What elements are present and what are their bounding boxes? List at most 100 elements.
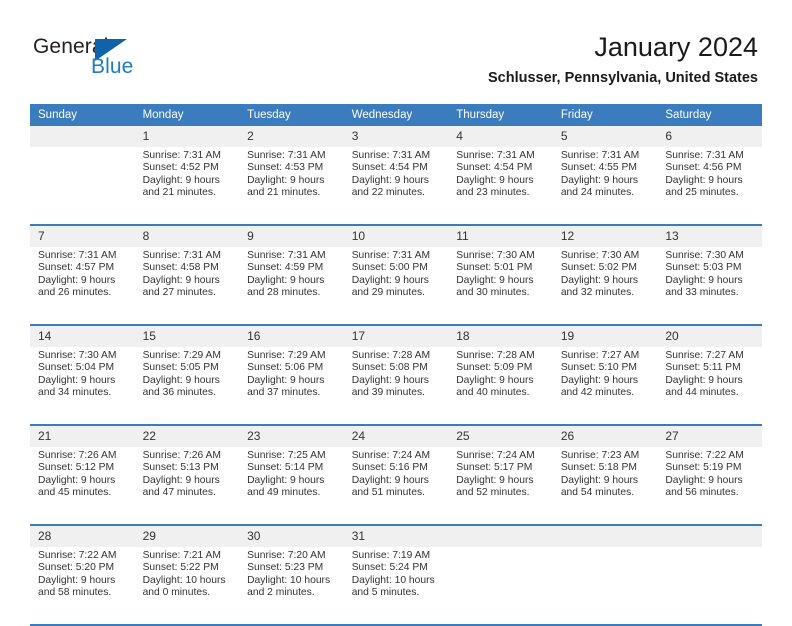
day-cell[interactable]: Sunrise: 7:20 AM Sunset: 5:23 PM Dayligh…	[239, 547, 344, 624]
day-number[interactable]: 25	[448, 426, 553, 447]
day-number[interactable]: 8	[134, 226, 240, 247]
day-number[interactable]: 12	[552, 226, 658, 247]
day-cell[interactable]: Sunrise: 7:31 AM Sunset: 4:58 PM Dayligh…	[134, 247, 240, 324]
sunrise-text: Sunrise: 7:31 AM	[351, 250, 431, 261]
day-cell[interactable]: Sunrise: 7:26 AM Sunset: 5:13 PM Dayligh…	[134, 447, 240, 524]
day-cell[interactable]: Sunrise: 7:31 AM Sunset: 4:54 PM Dayligh…	[448, 147, 553, 224]
day-number[interactable]: 18	[448, 326, 553, 347]
day-number[interactable]: 6	[657, 126, 762, 147]
day-number[interactable]: 16	[239, 326, 344, 347]
daylight-text-line1: Daylight: 9 hours	[456, 274, 534, 286]
day-cell[interactable]: Sunrise: 7:31 AM Sunset: 4:53 PM Dayligh…	[239, 147, 344, 224]
daylight-text-line1: Daylight: 9 hours	[560, 174, 639, 186]
sunset-text: Sunset: 5:13 PM	[142, 462, 219, 474]
day-info-row: Sunrise: 7:26 AM Sunset: 5:12 PM Dayligh…	[30, 447, 762, 524]
day-number[interactable]: 30	[239, 526, 344, 547]
day-cell[interactable]	[657, 547, 762, 624]
day-cell[interactable]: Sunrise: 7:27 AM Sunset: 5:10 PM Dayligh…	[552, 347, 658, 424]
day-number[interactable]: 14	[30, 326, 135, 347]
day-number[interactable]: 1	[134, 126, 240, 147]
day-number[interactable]: 19	[552, 326, 658, 347]
daylight-text-line1: Daylight: 9 hours	[247, 474, 325, 486]
day-number[interactable]: 26	[552, 426, 658, 447]
day-cell[interactable]: Sunrise: 7:30 AM Sunset: 5:02 PM Dayligh…	[552, 247, 658, 324]
day-cell[interactable]: Sunrise: 7:29 AM Sunset: 5:05 PM Dayligh…	[134, 347, 240, 424]
day-number[interactable]	[552, 526, 658, 547]
day-number[interactable]	[657, 526, 762, 547]
day-cell[interactable]: Sunrise: 7:28 AM Sunset: 5:08 PM Dayligh…	[343, 347, 449, 424]
day-cell[interactable]: Sunrise: 7:27 AM Sunset: 5:11 PM Dayligh…	[657, 347, 762, 424]
sunrise-text: Sunrise: 7:28 AM	[351, 350, 431, 361]
sunrise-text: Sunrise: 7:31 AM	[665, 150, 744, 161]
day-cell[interactable]: Sunrise: 7:22 AM Sunset: 5:20 PM Dayligh…	[30, 547, 135, 624]
daylight-text-line2: and 44 minutes.	[665, 387, 739, 399]
day-number-row: 1 2 3 4 5 6	[30, 126, 762, 147]
day-cell[interactable]: Sunrise: 7:19 AM Sunset: 5:24 PM Dayligh…	[343, 547, 449, 624]
day-cell[interactable]: Sunrise: 7:30 AM Sunset: 5:01 PM Dayligh…	[448, 247, 553, 324]
day-cell[interactable]: Sunrise: 7:30 AM Sunset: 5:03 PM Dayligh…	[657, 247, 762, 324]
day-number[interactable]: 22	[134, 426, 240, 447]
sunset-text: Sunset: 5:23 PM	[247, 562, 324, 574]
daylight-text-line2: and 56 minutes.	[665, 487, 739, 499]
day-number[interactable]: 10	[343, 226, 449, 247]
day-number[interactable]: 27	[657, 426, 762, 447]
day-cell[interactable]: Sunrise: 7:31 AM Sunset: 4:57 PM Dayligh…	[30, 247, 135, 324]
daylight-text-line2: and 27 minutes.	[142, 287, 216, 299]
day-number[interactable]	[30, 126, 135, 147]
day-number[interactable]: 21	[30, 426, 135, 447]
day-number[interactable]: 23	[239, 426, 344, 447]
day-cell[interactable]: Sunrise: 7:31 AM Sunset: 4:54 PM Dayligh…	[343, 147, 449, 224]
day-number[interactable]: 9	[239, 226, 344, 247]
day-cell[interactable]	[552, 547, 658, 624]
daylight-text-line1: Daylight: 9 hours	[456, 374, 534, 386]
day-cell[interactable]: Sunrise: 7:31 AM Sunset: 4:56 PM Dayligh…	[657, 147, 762, 224]
day-cell[interactable]: Sunrise: 7:28 AM Sunset: 5:09 PM Dayligh…	[448, 347, 553, 424]
day-cell[interactable]: Sunrise: 7:24 AM Sunset: 5:16 PM Dayligh…	[343, 447, 449, 524]
day-number[interactable]: 13	[657, 226, 762, 247]
day-number[interactable]: 28	[30, 526, 135, 547]
page-header: General Blue January 2024 Schlusser, Pen…	[0, 0, 792, 100]
day-number[interactable]: 31	[343, 526, 449, 547]
day-number[interactable]: 2	[239, 126, 344, 147]
daylight-text-line2: and 21 minutes.	[247, 187, 321, 199]
day-cell[interactable]: Sunrise: 7:25 AM Sunset: 5:14 PM Dayligh…	[239, 447, 344, 524]
day-cell[interactable]: Sunrise: 7:31 AM Sunset: 4:59 PM Dayligh…	[239, 247, 344, 324]
day-number[interactable]: 29	[134, 526, 240, 547]
day-number[interactable]: 7	[30, 226, 135, 247]
daylight-text-line2: and 54 minutes.	[560, 487, 635, 499]
sunrise-text: Sunrise: 7:30 AM	[456, 250, 535, 261]
daylight-text-line2: and 39 minutes.	[351, 387, 425, 399]
sunrise-text: Sunrise: 7:24 AM	[351, 450, 431, 461]
day-number[interactable]: 20	[657, 326, 762, 347]
day-number[interactable]: 24	[343, 426, 449, 447]
daylight-text-line1: Daylight: 9 hours	[38, 374, 116, 386]
sunset-text: Sunset: 5:00 PM	[351, 262, 428, 274]
day-cell[interactable]: Sunrise: 7:23 AM Sunset: 5:18 PM Dayligh…	[552, 447, 658, 524]
day-cell[interactable]: Sunrise: 7:31 AM Sunset: 4:52 PM Dayligh…	[134, 147, 240, 224]
day-number[interactable]: 3	[343, 126, 449, 147]
day-cell[interactable]: Sunrise: 7:30 AM Sunset: 5:04 PM Dayligh…	[30, 347, 135, 424]
day-cell[interactable]: Sunrise: 7:26 AM Sunset: 5:12 PM Dayligh…	[30, 447, 135, 524]
sunrise-text: Sunrise: 7:30 AM	[560, 250, 640, 261]
day-cell[interactable]: Sunrise: 7:21 AM Sunset: 5:22 PM Dayligh…	[134, 547, 240, 624]
sunrise-text: Sunrise: 7:31 AM	[456, 150, 535, 161]
sunset-text: Sunset: 5:08 PM	[351, 362, 428, 374]
day-cell[interactable]	[448, 547, 553, 624]
day-number[interactable]: 15	[134, 326, 240, 347]
day-cell[interactable]	[30, 147, 135, 224]
day-cell[interactable]: Sunrise: 7:29 AM Sunset: 5:06 PM Dayligh…	[239, 347, 344, 424]
day-cell[interactable]: Sunrise: 7:31 AM Sunset: 5:00 PM Dayligh…	[343, 247, 449, 324]
daylight-text-line2: and 52 minutes.	[456, 487, 530, 499]
day-cell[interactable]: Sunrise: 7:22 AM Sunset: 5:19 PM Dayligh…	[657, 447, 762, 524]
day-number[interactable]: 11	[448, 226, 553, 247]
day-info-row: Sunrise: 7:31 AM Sunset: 4:52 PM Dayligh…	[30, 147, 762, 224]
weekday-header-sunday: Sunday	[30, 104, 135, 126]
day-cell[interactable]: Sunrise: 7:31 AM Sunset: 4:55 PM Dayligh…	[552, 147, 658, 224]
day-number[interactable]: 5	[552, 126, 658, 147]
day-number[interactable]: 4	[448, 126, 553, 147]
day-number[interactable]: 17	[343, 326, 449, 347]
day-number[interactable]	[448, 526, 553, 547]
sunset-text: Sunset: 5:14 PM	[247, 462, 324, 474]
day-cell[interactable]: Sunrise: 7:24 AM Sunset: 5:17 PM Dayligh…	[448, 447, 553, 524]
general-blue-logo[interactable]: General Blue	[33, 35, 203, 83]
